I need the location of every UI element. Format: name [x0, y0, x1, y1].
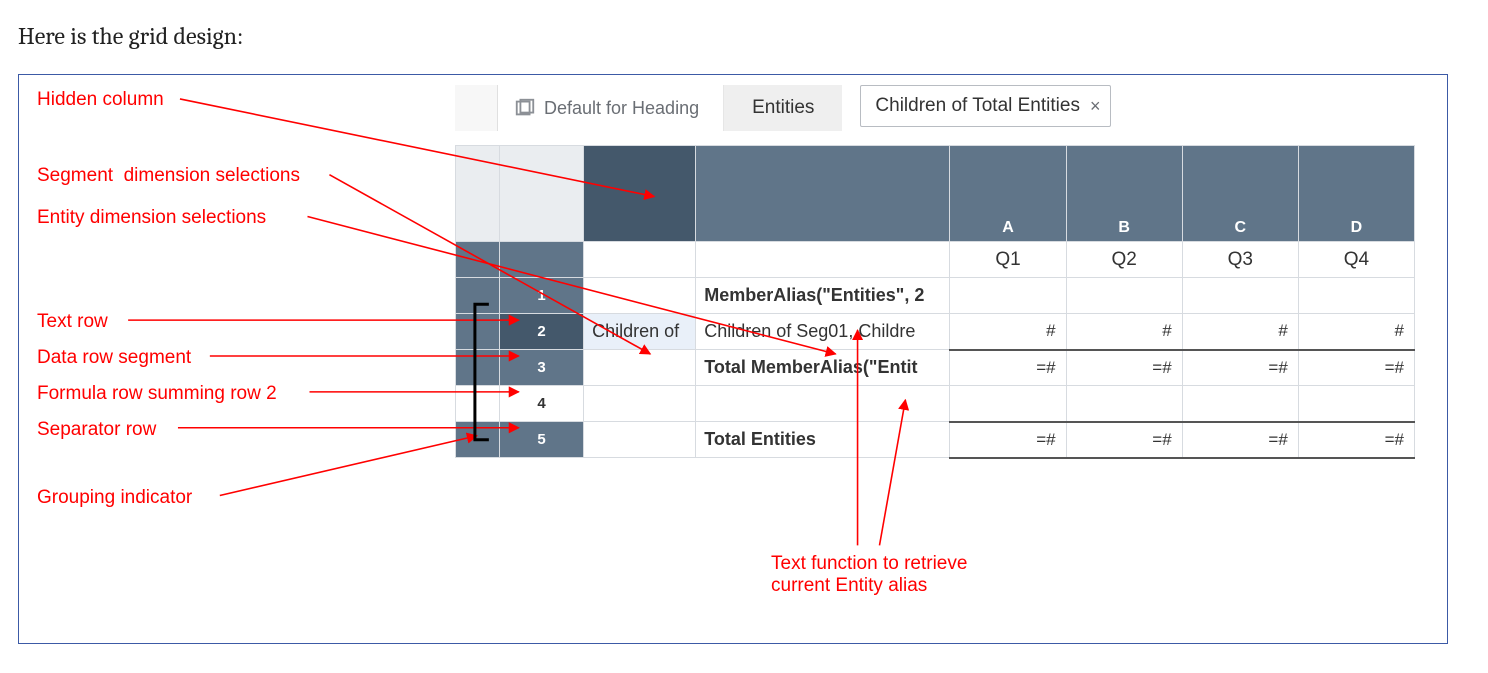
row-number[interactable]: 3 — [500, 350, 584, 386]
segment-cell[interactable] — [584, 422, 696, 458]
col-q3[interactable]: Q3 — [1182, 242, 1298, 278]
callout-hidden-column: Hidden column — [37, 89, 164, 111]
data-cell[interactable] — [1066, 386, 1182, 422]
grid-row: 5 Total Entities =# =# =# =# — [456, 422, 1415, 458]
row-gutter[interactable] — [456, 314, 500, 350]
segment-cell[interactable] — [584, 386, 696, 422]
row-gutter[interactable] — [456, 386, 500, 422]
data-cell[interactable]: # — [1298, 314, 1414, 350]
pov-heading[interactable]: Default for Heading — [498, 85, 724, 131]
pov-dimension-label: Entities — [752, 97, 814, 119]
pov-member-chip-label: Children of Total Entities — [875, 95, 1080, 117]
segment-cell[interactable] — [584, 278, 696, 314]
callout-entity-dim: Entity dimension selections — [37, 207, 266, 229]
pov-heading-label: Default for Heading — [544, 98, 699, 119]
data-cell[interactable] — [1298, 386, 1414, 422]
callout-formula-row: Formula row summing row 2 — [37, 383, 277, 405]
grid-corner[interactable] — [456, 146, 500, 242]
grid-corner-rownum[interactable] — [500, 146, 584, 242]
data-cell[interactable]: # — [950, 314, 1066, 350]
data-cell[interactable]: =# — [1066, 422, 1182, 458]
data-cell[interactable]: =# — [1182, 422, 1298, 458]
data-cell[interactable]: =# — [1298, 422, 1414, 458]
grid-row: 3 Total MemberAlias("Entit =# =# =# =# — [456, 350, 1415, 386]
row-number[interactable]: 1 — [500, 278, 584, 314]
grid-row: 2 Children of Children of Seg01, Childre… — [456, 314, 1415, 350]
grid-row: 1 MemberAlias("Entities", 2 — [456, 278, 1415, 314]
intro-text: Here is the grid design: — [18, 22, 1470, 50]
pov-tab-handle[interactable] — [455, 85, 498, 131]
data-cell[interactable] — [1298, 278, 1414, 314]
row-description[interactable]: Total Entities — [696, 422, 950, 458]
annotated-figure: Hidden column Segment dimension selectio… — [18, 74, 1448, 644]
row-gutter[interactable] — [456, 278, 500, 314]
close-icon[interactable]: × — [1090, 96, 1101, 117]
data-cell[interactable]: # — [1182, 314, 1298, 350]
row-description[interactable] — [696, 386, 950, 422]
row-number[interactable]: 2 — [500, 314, 584, 350]
col-header-desc[interactable] — [696, 146, 950, 242]
data-cell[interactable] — [950, 278, 1066, 314]
row-description[interactable]: Total MemberAlias("Entit — [696, 350, 950, 386]
grid-designer: Default for Heading Entities Children of… — [455, 85, 1433, 459]
design-grid: A B C D Q1 Q2 Q3 Q4 — [455, 145, 1415, 459]
data-cell[interactable] — [1182, 278, 1298, 314]
segment-cell[interactable] — [584, 350, 696, 386]
data-cell[interactable]: =# — [950, 350, 1066, 386]
callout-text-function: Text function to retrieve current Entity… — [771, 553, 967, 597]
row-header-q[interactable] — [500, 242, 584, 278]
data-cell[interactable]: # — [1066, 314, 1182, 350]
row-description[interactable]: Children of Seg01, Childre — [696, 314, 950, 350]
callout-separator-row: Separator row — [37, 419, 156, 441]
data-cell[interactable]: =# — [1066, 350, 1182, 386]
cell-blank[interactable] — [584, 242, 696, 278]
row-gutter-q[interactable] — [456, 242, 500, 278]
pov-dimension-button[interactable]: Entities — [724, 85, 842, 131]
row-gutter[interactable] — [456, 422, 500, 458]
row-number[interactable]: 5 — [500, 422, 584, 458]
pov-member-chip[interactable]: Children of Total Entities × — [860, 85, 1111, 127]
data-cell[interactable]: =# — [1182, 350, 1298, 386]
hidden-column-header[interactable] — [584, 146, 696, 242]
col-q1[interactable]: Q1 — [950, 242, 1066, 278]
callout-data-row: Data row segment — [37, 347, 191, 369]
col-header-a[interactable]: A — [950, 146, 1066, 242]
data-cell[interactable] — [950, 386, 1066, 422]
segment-cell[interactable]: Children of — [584, 314, 696, 350]
col-header-c[interactable]: C — [1182, 146, 1298, 242]
callout-text-row: Text row — [37, 311, 108, 333]
grid-row: 4 — [456, 386, 1415, 422]
cell-blank[interactable] — [696, 242, 950, 278]
pov-bar: Default for Heading Entities Children of… — [455, 85, 1433, 131]
col-q4[interactable]: Q4 — [1298, 242, 1414, 278]
row-gutter[interactable] — [456, 350, 500, 386]
data-cell[interactable]: =# — [950, 422, 1066, 458]
heading-icon — [514, 97, 536, 119]
callout-segment-dim: Segment dimension selections — [37, 165, 300, 187]
data-cell[interactable]: =# — [1298, 350, 1414, 386]
row-description[interactable]: MemberAlias("Entities", 2 — [696, 278, 950, 314]
col-q2[interactable]: Q2 — [1066, 242, 1182, 278]
row-number[interactable]: 4 — [500, 386, 584, 422]
col-header-d[interactable]: D — [1298, 146, 1414, 242]
data-cell[interactable] — [1066, 278, 1182, 314]
data-cell[interactable] — [1182, 386, 1298, 422]
callout-grouping: Grouping indicator — [37, 487, 192, 509]
col-header-b[interactable]: B — [1066, 146, 1182, 242]
